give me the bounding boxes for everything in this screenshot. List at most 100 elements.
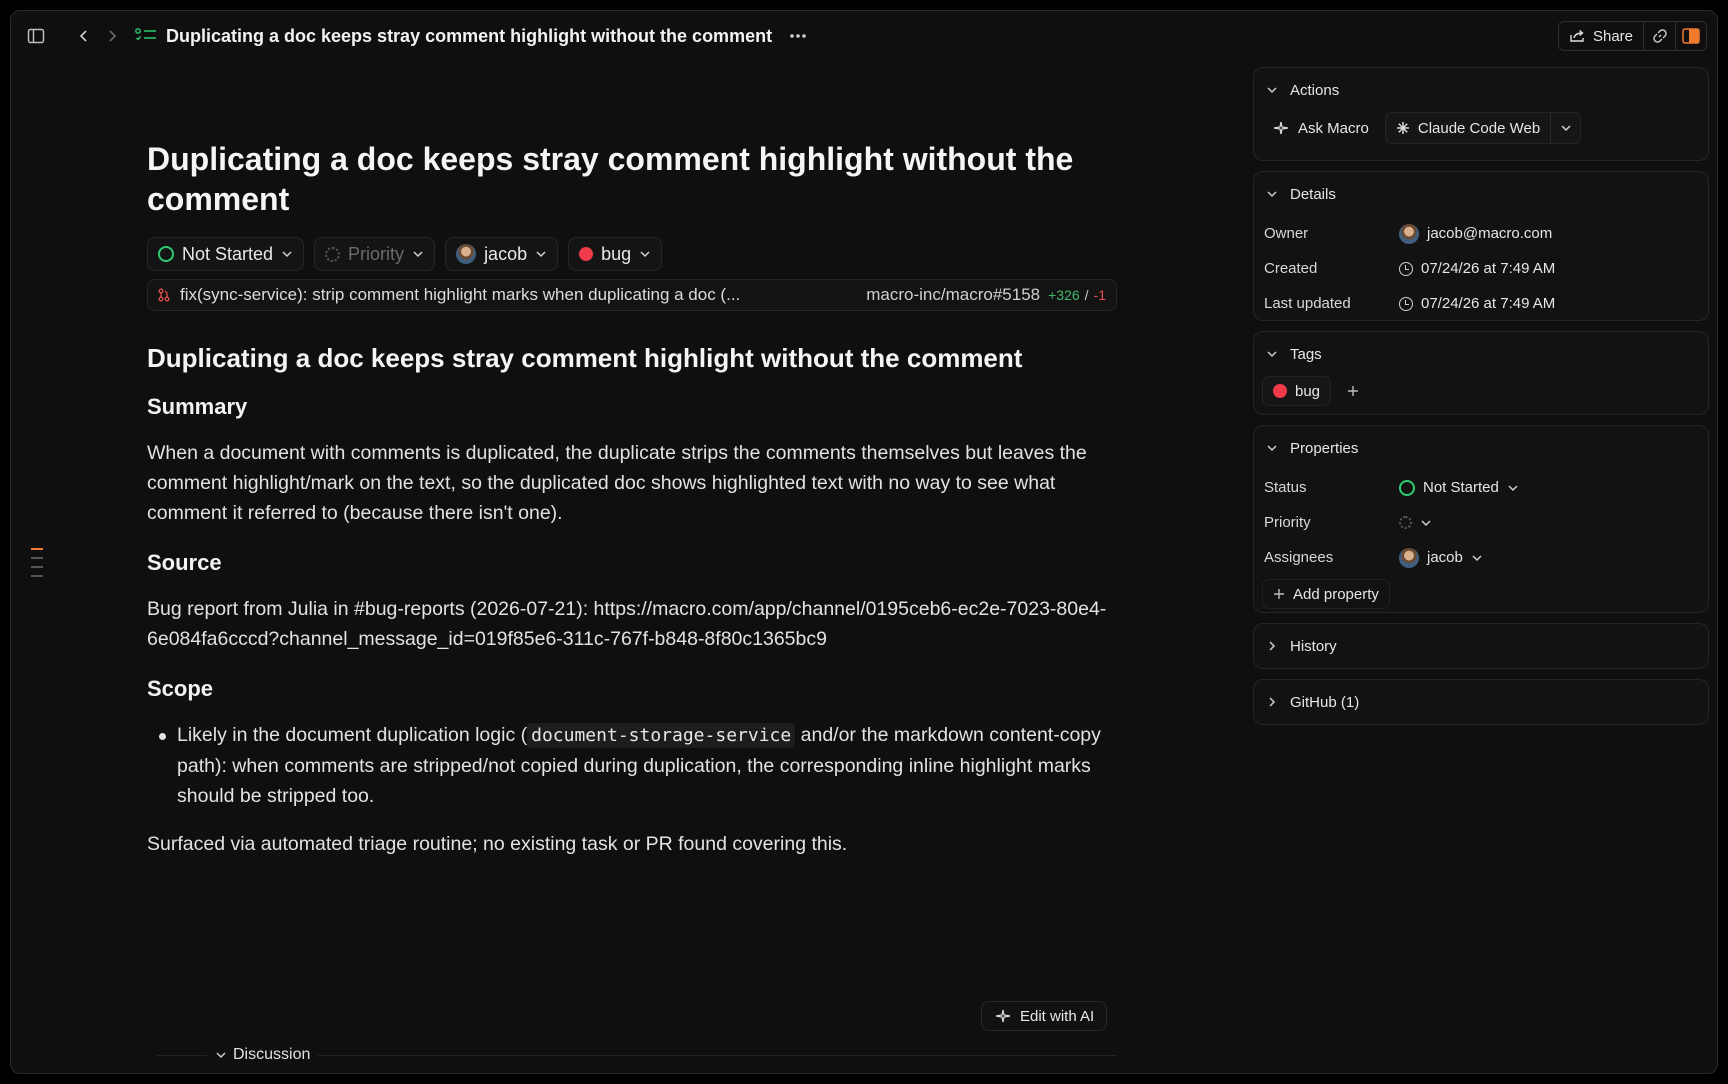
status-chip[interactable]: Not Started [147, 237, 305, 271]
history-title: History [1290, 637, 1337, 655]
chevron-down-icon [1266, 86, 1278, 94]
properties-section: Properties Status Not Started Priority A… [1253, 425, 1709, 613]
status-circle-icon [158, 246, 174, 262]
footer-text: Surfaced via automated triage routine; n… [147, 833, 848, 855]
add-property-wrap: Add property [1254, 575, 1708, 613]
share-label: Share [1592, 27, 1633, 45]
tag-label: bug [1295, 382, 1321, 400]
chevron-down-icon [1471, 554, 1483, 562]
task-list-icon [135, 25, 157, 47]
link-icon [1652, 28, 1668, 44]
discussion-toggle[interactable]: Discussion [207, 1046, 319, 1064]
history-section: History [1253, 623, 1709, 669]
claude-code-web-label: Claude Code Web [1417, 119, 1541, 137]
github-section: GitHub (1) [1253, 679, 1709, 725]
status-value: Not Started [1423, 479, 1499, 496]
actions-title: Actions [1290, 81, 1340, 99]
claude-code-dropdown[interactable] [1550, 113, 1580, 143]
bullet-dot [147, 720, 177, 811]
status-select[interactable]: Not Started [1399, 479, 1519, 496]
properties-title: Properties [1290, 439, 1359, 457]
assignee-chip-label: jacob [484, 243, 528, 264]
ask-macro-button[interactable]: Ask Macro [1262, 113, 1379, 143]
tag-dot-icon [579, 247, 594, 261]
add-property-label: Add property [1293, 585, 1379, 603]
tags-header[interactable]: Tags [1254, 332, 1708, 376]
panel-icon [1682, 28, 1700, 44]
discussion-label: Discussion [233, 1046, 311, 1063]
assignees-select[interactable]: jacob [1399, 547, 1483, 568]
share-button[interactable]: Share [1559, 22, 1644, 50]
priority-chip-label: Priority [348, 243, 405, 264]
actions-header[interactable]: Actions [1254, 68, 1708, 112]
sparkle-icon [1272, 121, 1290, 135]
status-row: Status Not Started [1254, 470, 1708, 505]
avatar [1399, 547, 1419, 568]
right-panel-toggle[interactable] [1676, 22, 1706, 50]
created-label: Created [1264, 260, 1318, 277]
chevron-down-icon [1266, 444, 1278, 452]
priority-row: Priority [1254, 505, 1708, 540]
pr-title: fix(sync-service): strip comment highlig… [180, 285, 741, 304]
pr-deletions: -1 [1093, 287, 1106, 303]
clock-icon [1399, 261, 1413, 276]
more-options-icon[interactable] [787, 25, 809, 47]
updated-value: 07/24/26 at 7:49 AM [1421, 295, 1556, 312]
owner-value: jacob@macro.com [1427, 225, 1553, 242]
chevron-down-icon [639, 250, 651, 258]
add-property-button[interactable]: Add property [1262, 579, 1390, 609]
document: Duplicating a doc keeps stray comment hi… [147, 111, 1117, 859]
tag-chip[interactable]: bug [568, 237, 663, 271]
assignees-value: jacob [1427, 549, 1463, 566]
actions-buttons: Ask Macro Claude Code Web [1254, 112, 1708, 144]
sidebar-toggle-icon[interactable] [25, 25, 47, 47]
back-icon[interactable] [73, 25, 95, 47]
add-tag-button[interactable] [1341, 376, 1365, 406]
linked-pull-request[interactable]: fix(sync-service): strip comment highlig… [147, 279, 1117, 311]
priority-select[interactable] [1399, 516, 1432, 529]
minimap-mark-active [31, 548, 43, 550]
owner-row: Owner jacob@macro.com [1254, 216, 1708, 251]
priority-empty-icon [325, 246, 341, 262]
forward-icon[interactable] [101, 25, 123, 47]
pr-additions: +326 [1048, 287, 1080, 303]
assignees-label: Assignees [1264, 549, 1334, 566]
outline-minimap[interactable] [31, 548, 43, 584]
summary-heading: Summary [147, 394, 248, 419]
breadcrumb-title: Duplicating a doc keeps stray comment hi… [166, 26, 773, 46]
chevron-down-icon [1507, 484, 1519, 492]
scope-bullet-text: Likely in the document duplication logic… [177, 720, 1117, 811]
assignee-chip[interactable]: jacob [445, 237, 559, 271]
created-row: Created 07/24/26 at 7:49 AM [1254, 251, 1708, 286]
priority-label: Priority [1264, 514, 1311, 531]
details-header[interactable]: Details [1254, 172, 1708, 216]
chevron-down-icon [215, 1051, 227, 1059]
top-bar: Duplicating a doc keeps stray comment hi… [11, 11, 1717, 61]
inline-code: document-storage-service [527, 723, 796, 748]
minimap-mark [31, 575, 43, 577]
copy-link-button[interactable] [1644, 22, 1676, 50]
content-heading: Duplicating a doc keeps stray comment hi… [147, 343, 1023, 373]
source-text: Bug report from Julia in #bug-reports (2… [147, 598, 1107, 650]
document-title[interactable]: Duplicating a doc keeps stray comment hi… [147, 139, 1117, 219]
edit-with-ai-label: Edit with AI [1020, 1007, 1095, 1025]
minimap-mark [31, 566, 43, 568]
details-title: Details [1290, 185, 1336, 203]
plus-icon [1273, 588, 1285, 600]
tag-bug[interactable]: bug [1262, 376, 1332, 406]
app-window: Duplicating a doc keeps stray comment hi… [10, 10, 1718, 1074]
properties-header[interactable]: Properties [1254, 426, 1708, 470]
claude-code-web-button[interactable]: Claude Code Web [1386, 113, 1550, 143]
scope-bullet-pre: Likely in the document duplication logic… [177, 724, 528, 746]
chevron-down-icon [1560, 124, 1572, 132]
tag-chip-label: bug [601, 243, 632, 264]
edit-with-ai-button[interactable]: Edit with AI [981, 1001, 1108, 1031]
claude-code-group: Claude Code Web [1384, 112, 1582, 144]
priority-empty-icon [1399, 516, 1412, 529]
github-header[interactable]: GitHub (1) [1254, 680, 1708, 724]
priority-chip[interactable]: Priority [314, 237, 436, 271]
details-section: Details Owner jacob@macro.com Created 07… [1253, 171, 1709, 321]
chevron-down-icon [1266, 190, 1278, 198]
chevron-down-icon [412, 250, 424, 258]
history-header[interactable]: History [1254, 624, 1708, 668]
